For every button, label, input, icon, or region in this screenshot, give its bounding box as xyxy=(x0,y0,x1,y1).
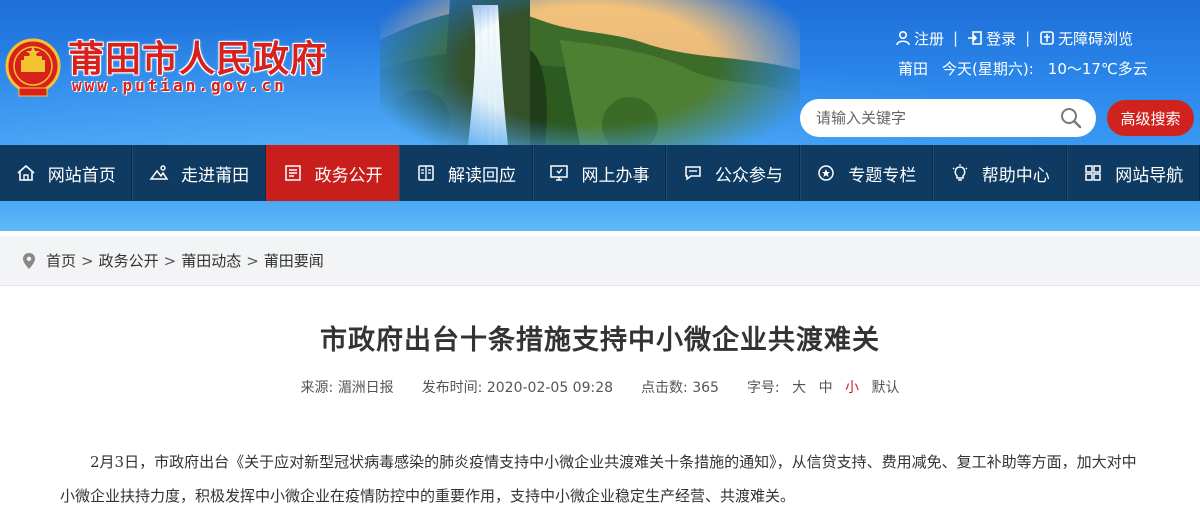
nav-item-site-navigation[interactable]: 网站导航 xyxy=(1066,145,1200,201)
national-emblem-icon xyxy=(5,38,61,97)
article-body-paragraph: 2月3日，市政府出台《关于应对新型冠状病毒感染的肺炎疫情支持中小微企业共渡难关十… xyxy=(60,453,1137,505)
article-title: 市政府出台十条措施支持中小微企业共渡难关 xyxy=(320,325,880,356)
source-label: 来源: xyxy=(300,380,334,396)
site-header: 莆田市人民政府 www.putian.gov.cn 注册 | 登录 | 无障碍浏… xyxy=(0,0,1200,145)
weather-city: 莆田 xyxy=(898,60,929,78)
weather-forecast: 10～17℃多云 xyxy=(1047,60,1148,78)
nav-item-special-topics[interactable]: 专题专栏 xyxy=(799,145,934,201)
nav-item-online-services[interactable]: 网上办事 xyxy=(532,145,667,201)
search-box xyxy=(800,99,1096,137)
accessibility-icon xyxy=(1040,31,1054,45)
badge-icon xyxy=(818,165,835,181)
breadcrumb-putian-headlines[interactable]: 莆田要闻 xyxy=(264,250,324,271)
breadcrumb-separator: > xyxy=(81,251,94,270)
login-link[interactable]: 登录 xyxy=(967,28,1016,49)
nav-label: 走进莆田 xyxy=(181,165,250,186)
breadcrumb-home[interactable]: 首页 xyxy=(46,250,76,271)
font-size-label: 字号: xyxy=(746,380,780,396)
nav-label: 网站首页 xyxy=(47,165,116,186)
nav-label: 政务公开 xyxy=(314,165,383,186)
nav-item-about-putian[interactable]: 走进莆田 xyxy=(132,145,266,201)
breadcrumb-putian-news[interactable]: 莆田动态 xyxy=(181,250,241,271)
nav-label: 网上办事 xyxy=(581,165,650,186)
register-link[interactable]: 注册 xyxy=(895,28,944,49)
weather-day: 今天(星期六): xyxy=(942,60,1034,78)
font-size-small[interactable]: 小 xyxy=(845,380,859,396)
main-nav: 网站首页 走进莆田 政务公开 解读回应 网上办事 公众参与 专题专栏 帮助中心 … xyxy=(0,145,1200,201)
site-name: 莆田市人民政府 xyxy=(68,38,328,80)
nav-item-public-participation[interactable]: 公众参与 xyxy=(666,145,800,201)
login-label: 登录 xyxy=(986,29,1017,48)
breadcrumb-separator: > xyxy=(163,251,177,270)
landscape-icon xyxy=(149,165,169,180)
nav-label: 帮助中心 xyxy=(981,165,1050,186)
login-icon xyxy=(968,31,982,45)
clicks-value: 365 xyxy=(692,380,719,396)
publish-time-label: 发布时间: xyxy=(421,380,483,396)
lightbulb-icon xyxy=(952,164,968,181)
article-meta: 来源: 湄洲日报 发布时间: 2020-02-05 09:28 点击数: 365… xyxy=(0,377,1200,397)
meta-publish-time: 发布时间: 2020-02-05 09:28 xyxy=(422,377,613,397)
accessible-browse-label: 无障碍浏览 xyxy=(1058,29,1134,48)
user-icon xyxy=(896,30,910,46)
weather-info: 莆田 今天(星期六): 10～17℃多云 xyxy=(898,58,1148,79)
nav-label: 解读回应 xyxy=(448,165,517,186)
link-separator: | xyxy=(953,29,959,47)
accessible-browse-link[interactable]: 无障碍浏览 xyxy=(1039,28,1133,49)
meta-clicks: 点击数: 365 xyxy=(641,377,719,397)
location-pin-icon xyxy=(23,252,35,269)
search-input[interactable] xyxy=(816,99,1056,137)
home-icon xyxy=(17,164,35,181)
nav-label: 网站导航 xyxy=(1115,165,1184,186)
nav-item-interpretation[interactable]: 解读回应 xyxy=(399,145,533,201)
meta-font-size: 字号: 大 中 小 默认 xyxy=(747,377,900,397)
grid-icon xyxy=(1085,165,1101,181)
top-links: 注册 | 登录 | 无障碍浏览 xyxy=(895,27,1133,49)
source-value: 湄洲日报 xyxy=(337,380,394,396)
breadcrumb: 首页 > 政务公开 > 莆田动态 > 莆田要闻 xyxy=(0,236,1200,286)
nav-item-government-affairs[interactable]: 政务公开 xyxy=(265,145,400,201)
nav-item-help-center[interactable]: 帮助中心 xyxy=(933,145,1067,201)
breadcrumb-separator: > xyxy=(246,251,259,270)
meta-source: 来源: 湄洲日报 xyxy=(301,377,394,397)
breadcrumb-government-affairs[interactable]: 政务公开 xyxy=(99,250,159,271)
monitor-icon xyxy=(550,165,569,181)
chat-icon xyxy=(685,166,701,181)
book-icon xyxy=(418,165,434,181)
search-icon[interactable] xyxy=(1060,107,1082,129)
font-size-large[interactable]: 大 xyxy=(792,380,806,396)
site-url: www.putian.gov.cn xyxy=(72,76,287,95)
nav-label: 公众参与 xyxy=(714,165,783,186)
nav-label: 专题专栏 xyxy=(848,165,917,186)
register-label: 注册 xyxy=(914,29,945,48)
font-size-medium[interactable]: 中 xyxy=(819,380,833,396)
waterfall-scenery-image xyxy=(380,0,800,145)
clicks-label: 点击数: xyxy=(641,380,688,396)
publish-time-value: 2020-02-05 09:28 xyxy=(486,380,614,396)
font-size-default[interactable]: 默认 xyxy=(871,380,899,396)
nav-item-home[interactable]: 网站首页 xyxy=(0,145,133,201)
decorative-blue-strip xyxy=(0,201,1200,231)
document-icon xyxy=(284,165,301,181)
advanced-search-button[interactable]: 高级搜索 xyxy=(1107,100,1194,136)
link-separator: | xyxy=(1025,29,1031,47)
